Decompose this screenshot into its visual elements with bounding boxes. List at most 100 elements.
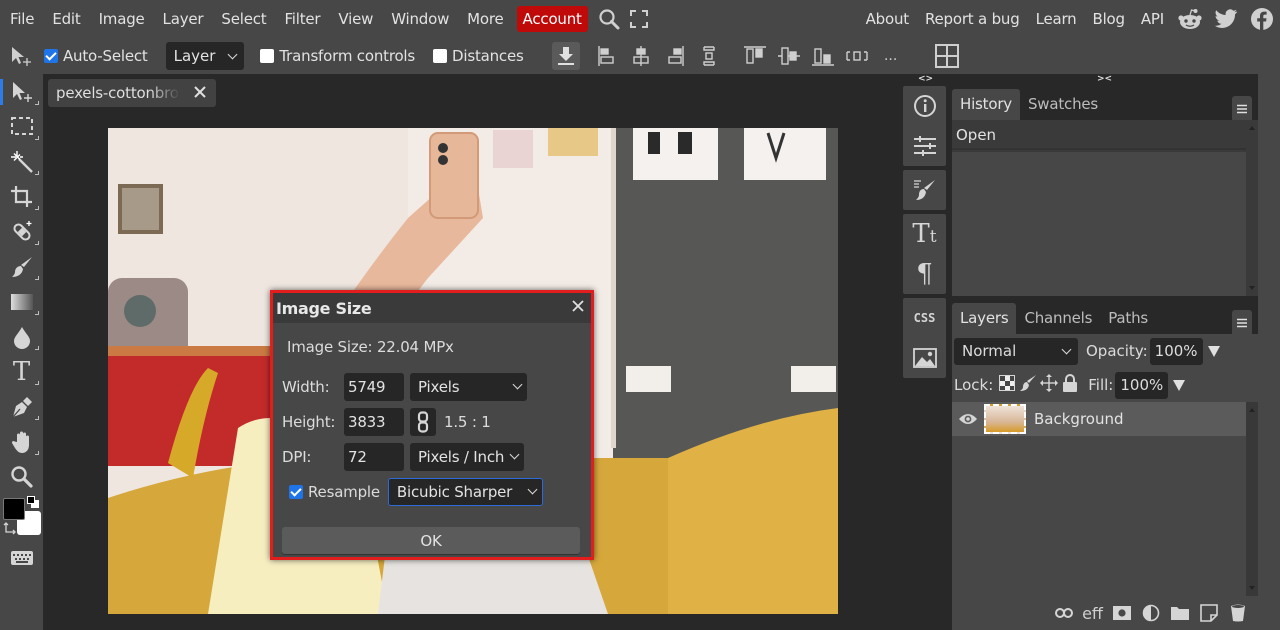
add-mask-icon[interactable] [1107, 598, 1136, 628]
paragraph-icon[interactable]: ¶ [903, 254, 946, 294]
align-center-horizontal-button[interactable] [624, 38, 658, 74]
tab-history[interactable]: History [952, 89, 1020, 120]
blog-link[interactable]: Blog [1085, 0, 1133, 38]
align-bottom-button[interactable] [806, 38, 840, 74]
grid-layout-icon[interactable] [930, 38, 964, 74]
fill-input[interactable]: 100% [1115, 371, 1169, 399]
distribute-vertical-button[interactable] [692, 38, 726, 74]
tab-layers[interactable]: Layers [952, 303, 1017, 334]
layer-row[interactable]: Background [952, 402, 1246, 436]
blur-drop-tool[interactable] [0, 319, 43, 354]
healing-brush-tool[interactable] [0, 214, 43, 249]
auto-select-check-icon[interactable] [44, 49, 58, 63]
align-right-button[interactable] [658, 38, 692, 74]
default-colors-icon[interactable] [27, 496, 35, 504]
eye-icon[interactable] [952, 412, 984, 426]
magic-wand-tool[interactable] [0, 144, 43, 179]
lock-position-icon[interactable] [1040, 374, 1059, 396]
lock-pixels-icon[interactable] [1020, 374, 1037, 396]
height-input[interactable]: 3833 [344, 407, 404, 436]
dpi-input[interactable]: 72 [344, 442, 404, 471]
lock-all-icon[interactable] [1062, 374, 1078, 396]
type-tool[interactable]: T [0, 354, 43, 389]
delete-layer-icon[interactable] [1223, 598, 1252, 628]
menu-filter[interactable]: Filter [275, 0, 329, 38]
history-panel-menu-button[interactable] [1232, 96, 1252, 122]
auto-select-checkbox[interactable]: Auto-Select [44, 47, 148, 65]
tab-swatches[interactable]: Swatches [1020, 89, 1106, 120]
auto-select-target-dropdown[interactable]: Layer [165, 42, 245, 70]
align-left-button[interactable] [590, 38, 624, 74]
dialog-header[interactable]: Image Size [273, 293, 591, 323]
width-input[interactable]: 5749 [344, 372, 404, 401]
resample-method-dropdown[interactable]: Bicubic Sharper [387, 477, 543, 506]
twitter-icon[interactable] [1208, 0, 1244, 38]
align-middle-button[interactable] [772, 38, 806, 74]
more-options-button[interactable]: ... [874, 38, 908, 74]
close-dialog-icon[interactable] [571, 299, 585, 317]
keyboard-icon[interactable] [0, 540, 43, 575]
menu-view[interactable]: View [329, 0, 382, 38]
menu-more[interactable]: More [458, 0, 512, 38]
new-group-icon[interactable] [1165, 598, 1194, 628]
layers-panel-menu-button[interactable] [1232, 310, 1252, 336]
adjustments-icon[interactable] [903, 126, 946, 166]
color-swatches[interactable] [0, 494, 43, 540]
account-button[interactable]: Account [516, 6, 588, 32]
brush-settings-icon[interactable] [903, 170, 946, 210]
foreground-color[interactable] [3, 498, 25, 520]
pen-tool[interactable] [0, 389, 43, 424]
tab-channels[interactable]: Channels [1016, 303, 1100, 334]
opacity-input[interactable]: 100% [1149, 337, 1203, 365]
constrain-proportions-toggle[interactable] [410, 407, 436, 436]
download-button[interactable] [551, 42, 580, 70]
opacity-slider-toggle[interactable] [1207, 345, 1220, 357]
transform-controls-checkbox[interactable]: Transform controls [260, 47, 415, 65]
learn-link[interactable]: Learn [1028, 0, 1085, 38]
distribute-horizontal-button[interactable] [840, 38, 874, 74]
swap-colors-icon[interactable] [3, 522, 17, 536]
gradient-tool[interactable] [0, 284, 43, 319]
distances-checkbox[interactable]: Distances [433, 47, 524, 65]
adjustment-layer-icon[interactable] [1136, 598, 1165, 628]
expand-dock-handle[interactable]: <> [918, 74, 933, 86]
close-document-icon[interactable] [192, 84, 208, 104]
brush-tool[interactable] [0, 249, 43, 284]
character-icon[interactable]: Tt [903, 214, 946, 254]
hand-tool[interactable] [0, 424, 43, 459]
align-top-button[interactable] [738, 38, 772, 74]
history-scrollbar[interactable] [1246, 120, 1258, 296]
info-icon[interactable] [903, 86, 946, 126]
report-bug-link[interactable]: Report a bug [917, 0, 1028, 38]
menu-layer[interactable]: Layer [154, 0, 213, 38]
move-tool[interactable] [0, 74, 43, 109]
facebook-icon[interactable] [1244, 0, 1280, 38]
layer-effects-icon[interactable]: eff [1078, 598, 1107, 628]
search-icon[interactable] [594, 0, 624, 38]
about-link[interactable]: About [858, 0, 917, 38]
distances-check-icon[interactable] [433, 49, 448, 63]
link-layers-icon[interactable] [1049, 598, 1078, 628]
history-item[interactable]: Open [952, 120, 1246, 150]
menu-edit[interactable]: Edit [43, 0, 89, 38]
menu-select[interactable]: Select [212, 0, 275, 38]
fullscreen-icon[interactable] [624, 0, 654, 38]
width-unit-dropdown[interactable]: Pixels [410, 372, 527, 401]
layers-scrollbar[interactable] [1246, 402, 1258, 596]
ok-button[interactable]: OK [282, 527, 580, 554]
new-layer-icon[interactable] [1194, 598, 1223, 628]
menu-file[interactable]: File [0, 0, 43, 38]
resample-check-icon[interactable] [289, 484, 303, 499]
fill-slider-toggle[interactable] [1173, 379, 1186, 391]
dpi-unit-dropdown[interactable]: Pixels / Inch [410, 442, 524, 471]
resample-checkbox[interactable]: Resample [289, 483, 380, 501]
image-icon[interactable] [903, 338, 946, 378]
reddit-icon[interactable] [1172, 0, 1208, 38]
document-tab[interactable]: pexels-cottonbro- [48, 79, 216, 107]
lock-transparency-icon[interactable] [999, 375, 1016, 395]
blend-mode-dropdown[interactable]: Normal [954, 337, 1078, 365]
css-icon[interactable]: CSS [903, 298, 946, 338]
menu-image[interactable]: Image [90, 0, 154, 38]
tab-paths[interactable]: Paths [1100, 303, 1156, 334]
crop-tool[interactable] [0, 179, 43, 214]
